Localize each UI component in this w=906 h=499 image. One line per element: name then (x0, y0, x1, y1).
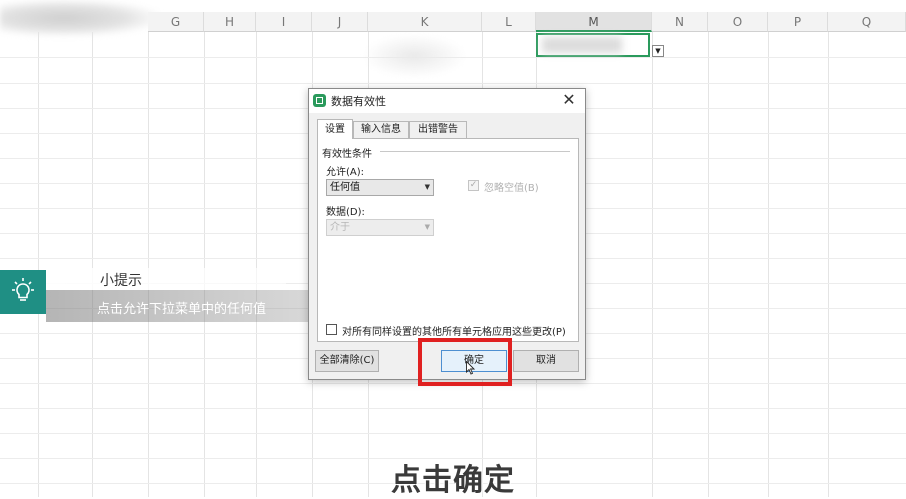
settings-panel: 有效性条件 允许(A): 任何值 ▼ ✓ 忽略空值(B) 数据(D): 介于 ▼… (317, 138, 579, 342)
blurred-area (0, 0, 160, 36)
ignore-blank-label: 忽略空值(B) (484, 183, 539, 194)
close-icon[interactable]: ✕ (559, 90, 579, 110)
dialog-titlebar[interactable]: 数据有效性 ✕ (309, 89, 585, 113)
column-header-l[interactable]: L (482, 12, 536, 32)
column-header-m[interactable]: M (536, 12, 652, 32)
column-header-j[interactable]: J (312, 12, 368, 32)
tab-input-message[interactable]: 输入信息 (353, 121, 409, 138)
column-header-q[interactable]: Q (828, 12, 906, 32)
clear-all-button[interactable]: 全部清除(C) (315, 350, 379, 372)
tab-error-alert[interactable]: 出错警告 (409, 121, 467, 138)
data-select[interactable]: 介于 ▼ (326, 219, 434, 236)
tip-body-text: 点击允许下拉菜单中的任何值 (97, 302, 267, 317)
allow-label: 允许(A): (326, 167, 365, 178)
tip-title-background (46, 268, 286, 290)
column-header-g[interactable]: G (148, 12, 204, 32)
blurred-cell-content (542, 37, 622, 53)
allow-select-value: 任何值 (330, 182, 360, 193)
validation-criteria-label: 有效性条件 (322, 145, 375, 160)
column-header-h[interactable]: H (204, 12, 256, 32)
tab-settings[interactable]: 设置 (317, 119, 353, 139)
tip-icon-box (0, 270, 46, 314)
data-validation-dialog: 数据有效性 ✕ 设置 输入信息 出错警告 有效性条件 允许(A): 任何值 ▼ … (308, 88, 586, 380)
column-header-n[interactable]: N (652, 12, 708, 32)
apply-all-label: 对所有同样设置的其他所有单元格应用这些更改(P) (342, 327, 566, 338)
highlight-box (418, 338, 512, 386)
group-divider (380, 151, 570, 152)
data-label: 数据(D): (326, 207, 365, 218)
dialog-title: 数据有效性 (331, 95, 386, 108)
cancel-button[interactable]: 取消 (513, 350, 579, 372)
allow-select[interactable]: 任何值 ▼ (326, 179, 434, 196)
lightbulb-icon (12, 278, 34, 301)
data-select-value: 介于 (330, 222, 350, 233)
tip-title: 小提示 (100, 273, 142, 289)
apply-all-checkbox[interactable] (326, 324, 337, 335)
subtitle-caption: 点击确定 (391, 463, 515, 498)
column-header-i[interactable]: I (256, 12, 312, 32)
column-header-p[interactable]: P (768, 12, 828, 32)
selected-cell[interactable] (536, 33, 650, 57)
column-header-k[interactable]: K (368, 12, 482, 32)
blurred-cell (362, 34, 467, 78)
ignore-blank-checkbox[interactable]: ✓ (468, 180, 479, 191)
column-header-o[interactable]: O (708, 12, 768, 32)
cell-dropdown-button[interactable]: ▼ (652, 45, 664, 57)
chevron-down-icon: ▼ (424, 223, 430, 231)
app-icon (313, 94, 326, 107)
chevron-down-icon: ▼ (424, 183, 430, 191)
